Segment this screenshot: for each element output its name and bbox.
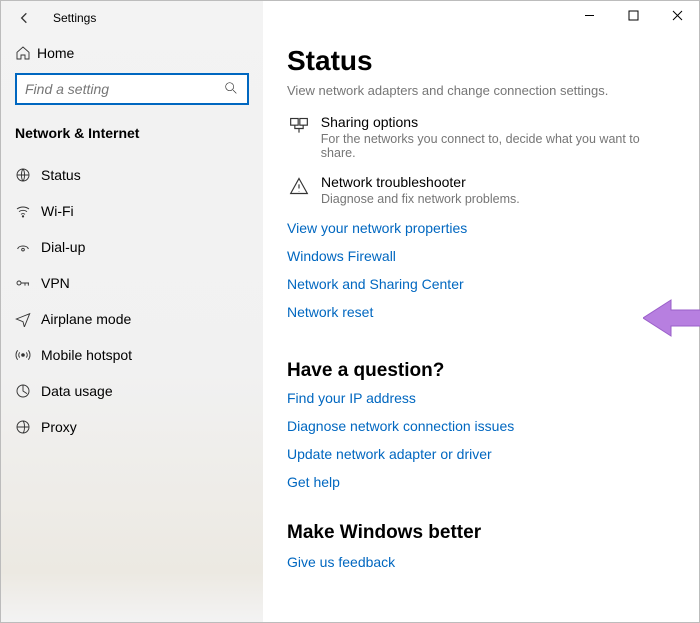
sidebar-item-label: Mobile hotspot <box>41 347 132 363</box>
minimize-button[interactable] <box>567 1 611 29</box>
sharing-options-row[interactable]: Sharing options For the networks you con… <box>287 114 675 160</box>
sharing-sub: For the networks you connect to, decide … <box>321 132 675 160</box>
home-button[interactable]: Home <box>1 35 263 73</box>
link-windows-firewall[interactable]: Windows Firewall <box>287 248 675 264</box>
maximize-button[interactable] <box>611 1 655 29</box>
window-controls <box>567 1 699 31</box>
main-panel: Status View network adapters and change … <box>263 1 699 622</box>
sharing-title: Sharing options <box>321 114 675 130</box>
dialup-icon <box>15 239 41 255</box>
link-view-properties[interactable]: View your network properties <box>287 220 675 236</box>
sidebar: Settings Home Network & Internet Status … <box>1 1 263 622</box>
vpn-icon <box>15 275 41 291</box>
sidebar-item-label: Airplane mode <box>41 311 131 327</box>
sidebar-item-wifi[interactable]: Wi-Fi <box>1 193 263 229</box>
sidebar-item-status[interactable]: Status <box>1 157 263 193</box>
search-input[interactable] <box>25 81 223 97</box>
sidebar-item-hotspot[interactable]: Mobile hotspot <box>1 337 263 373</box>
titlebar-left: Settings <box>1 1 263 35</box>
sidebar-item-label: VPN <box>41 275 70 291</box>
arrow-left-icon <box>17 10 33 26</box>
search-icon <box>223 80 239 99</box>
troubleshooter-sub: Diagnose and fix network problems. <box>321 192 520 206</box>
sidebar-item-label: Status <box>41 167 81 183</box>
sidebar-item-datausage[interactable]: Data usage <box>1 373 263 409</box>
proxy-icon <box>15 419 41 435</box>
link-get-help[interactable]: Get help <box>287 474 675 490</box>
sidebar-item-label: Proxy <box>41 419 77 435</box>
globe-icon <box>15 167 41 183</box>
link-network-sharing-center[interactable]: Network and Sharing Center <box>287 276 675 292</box>
troubleshooter-row[interactable]: Network troubleshooter Diagnose and fix … <box>287 174 675 206</box>
sidebar-item-dialup[interactable]: Dial-up <box>1 229 263 265</box>
sidebar-item-label: Data usage <box>41 383 113 399</box>
airplane-icon <box>15 311 41 327</box>
wifi-icon <box>15 203 41 219</box>
sidebar-item-proxy[interactable]: Proxy <box>1 409 263 445</box>
search-box[interactable] <box>15 73 249 105</box>
home-label: Home <box>37 45 74 61</box>
sidebar-item-label: Wi-Fi <box>41 203 74 219</box>
category-header: Network & Internet <box>1 121 263 157</box>
link-update-adapter[interactable]: Update network adapter or driver <box>287 446 675 462</box>
close-button[interactable] <box>655 1 699 29</box>
troubleshooter-title: Network troubleshooter <box>321 174 520 190</box>
back-button[interactable] <box>11 4 39 32</box>
better-header: Make Windows better <box>287 522 675 544</box>
link-feedback[interactable]: Give us feedback <box>287 554 675 570</box>
link-diagnose-issues[interactable]: Diagnose network connection issues <box>287 418 675 434</box>
question-header: Have a question? <box>287 360 675 382</box>
hotspot-icon <box>15 347 41 363</box>
share-icon <box>287 114 311 136</box>
datausage-icon <box>15 383 41 399</box>
sidebar-item-airplane[interactable]: Airplane mode <box>1 301 263 337</box>
sidebar-item-label: Dial-up <box>41 239 85 255</box>
link-network-reset[interactable]: Network reset <box>287 304 675 320</box>
link-find-ip[interactable]: Find your IP address <box>287 390 675 406</box>
sidebar-item-vpn[interactable]: VPN <box>1 265 263 301</box>
home-icon <box>15 45 37 61</box>
warning-icon <box>287 174 311 196</box>
app-title: Settings <box>53 11 96 25</box>
adapter-hint: View network adapters and change connect… <box>287 83 675 98</box>
